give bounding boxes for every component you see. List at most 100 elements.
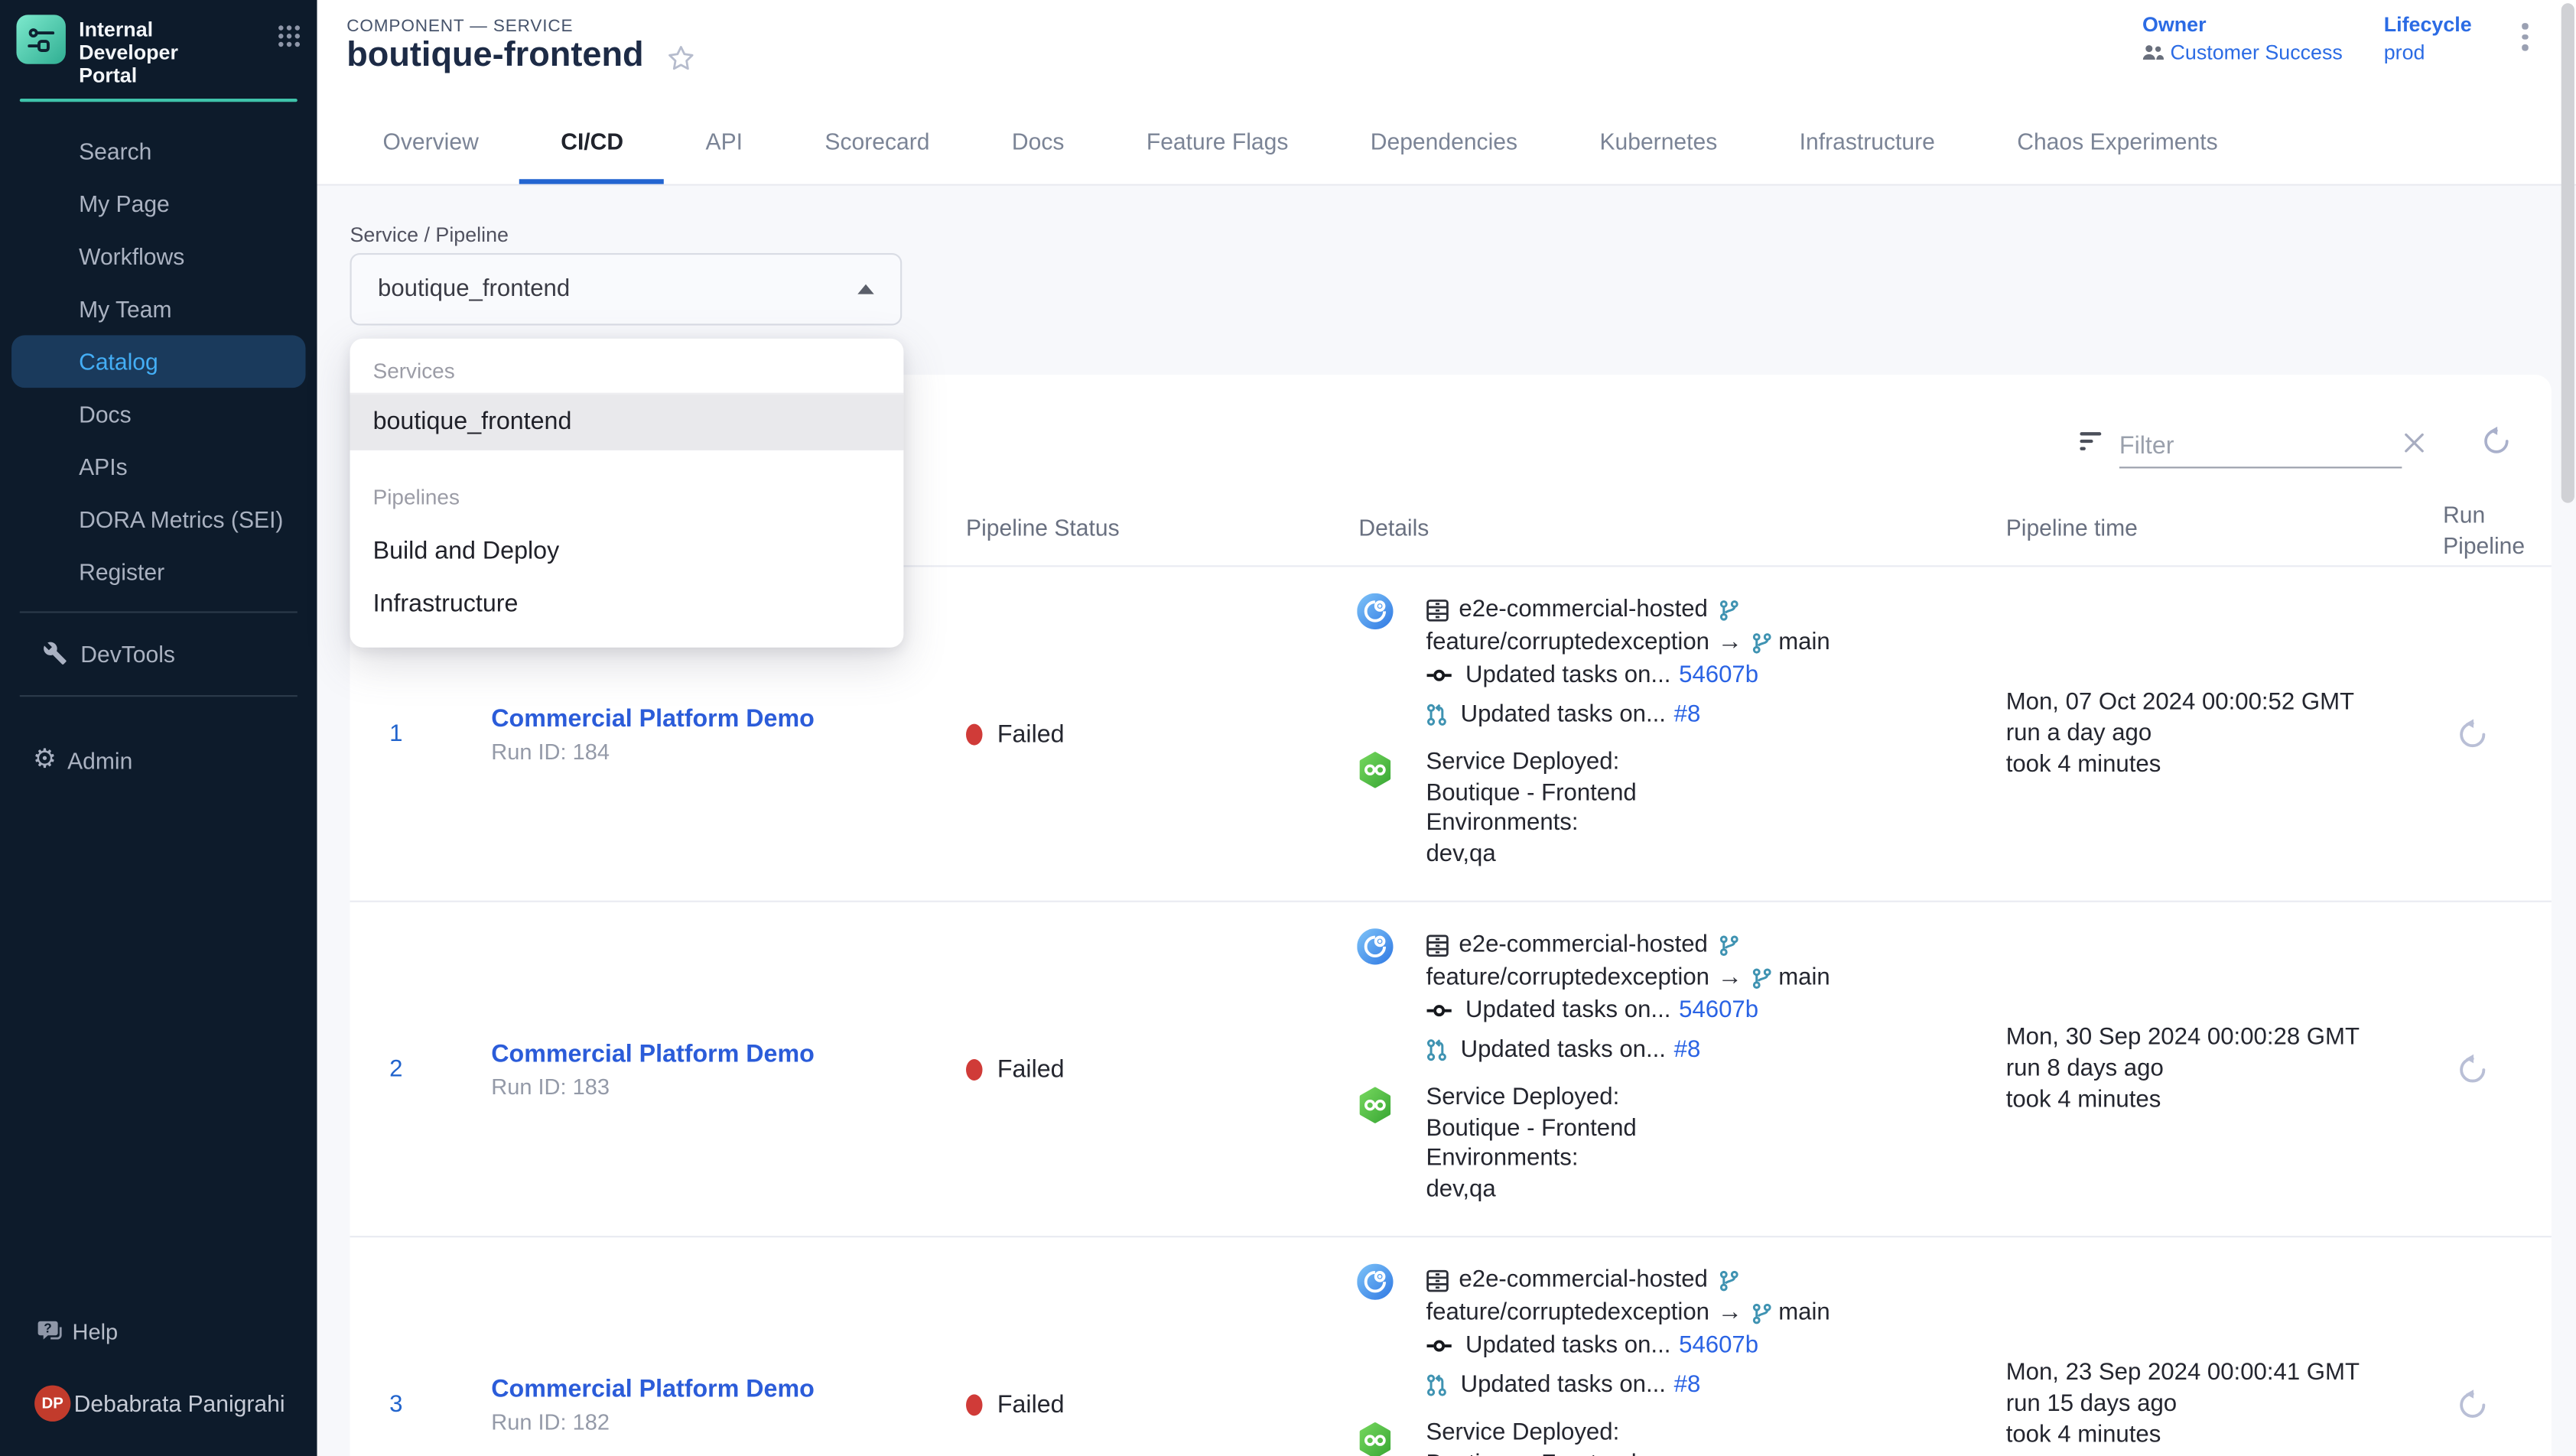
refresh-icon[interactable] [2480, 426, 2512, 457]
service-name: Boutique - Frontend [1426, 1448, 1636, 1456]
service-deployed-label: Service Deployed: [1426, 1419, 1636, 1449]
tab[interactable]: Feature Flags [1105, 103, 1329, 184]
tab[interactable]: Overview [342, 103, 520, 184]
pipeline-name-cell: Commercial Platform Demo Run ID: 183 [491, 1039, 815, 1098]
repo-name[interactable]: e2e-commercial-hosted [1459, 1264, 1707, 1297]
sidebar-nav-label: Docs [79, 401, 132, 427]
target-branch[interactable]: main [1778, 626, 1830, 659]
user-menu[interactable]: DP Debabrata Panigrahi [0, 1370, 317, 1436]
kebab-menu-icon[interactable] [2513, 23, 2536, 55]
sidebar-nav-item[interactable]: APIs [0, 440, 317, 493]
tab[interactable]: Docs [971, 103, 1105, 184]
sidebar-nav-item[interactable]: Catalog [11, 335, 305, 388]
source-branch[interactable]: feature/corruptedexception [1426, 626, 1709, 659]
commit-message: Updated tasks on... [1465, 659, 1670, 692]
dropdown-entry[interactable]: Services [350, 349, 904, 395]
pipeline-time-cell: Mon, 30 Sep 2024 00:00:28 GMT run 8 days… [2006, 1022, 2360, 1116]
run-id: Run ID: 183 [491, 1074, 815, 1098]
commit-link[interactable]: 54607b [1679, 994, 1758, 1027]
sidebar-nav-label: My Page [79, 190, 170, 216]
repo-name[interactable]: e2e-commercial-hosted [1459, 928, 1707, 961]
clear-filter-icon[interactable] [2404, 432, 2425, 453]
app-grid-icon[interactable] [278, 24, 301, 47]
sidebar: Internal Developer Portal Search [0, 0, 317, 1456]
pipeline-name-cell: Commercial Platform Demo Run ID: 182 [491, 1375, 815, 1434]
pipeline-name-link[interactable]: Commercial Platform Demo [491, 704, 815, 733]
dropdown-entry[interactable]: Pipelines [350, 450, 904, 526]
rerun-pipeline-button[interactable] [2456, 717, 2489, 750]
target-branch[interactable]: main [1778, 961, 1830, 994]
sidebar-item-admin[interactable]: ⚙ Admin [0, 733, 317, 788]
source-branch[interactable]: feature/corruptedexception [1426, 1297, 1709, 1330]
filter-input[interactable] [2119, 424, 2402, 468]
service-deployed-label: Service Deployed: [1426, 1083, 1636, 1113]
branch-icon [1718, 593, 1739, 626]
col-pipeline-time: Pipeline time [2006, 515, 2138, 541]
tab[interactable]: Kubernetes [1559, 103, 1758, 184]
rerun-pipeline-button[interactable] [2456, 1052, 2489, 1085]
service-name: Boutique - Frontend [1426, 1113, 1636, 1144]
sidebar-nav-item[interactable]: My Team [0, 283, 317, 336]
tab[interactable]: Dependencies [1329, 103, 1559, 184]
pipeline-name-link[interactable]: Commercial Platform Demo [491, 1375, 815, 1403]
commit-icon [1426, 1330, 1452, 1363]
build-details-group: e2e-commercial-hosted feature/corruptede… [1357, 593, 2014, 732]
repo-name[interactable]: e2e-commercial-hosted [1459, 593, 1707, 626]
cd-icon [1357, 1422, 1393, 1456]
pipeline-name-link[interactable]: Commercial Platform Demo [491, 1039, 815, 1068]
row-index: 1 [389, 720, 402, 746]
svg-text:?: ? [44, 1321, 51, 1336]
tab-label: Kubernetes [1599, 128, 1717, 154]
dropdown-entry-label: boutique_frontend [373, 408, 572, 436]
tab-label: Scorecard [825, 128, 929, 154]
target-branch[interactable]: main [1778, 1297, 1830, 1330]
owner-block: Owner Customer Success [2142, 13, 2343, 64]
dropdown-entry[interactable]: boutique_frontend [350, 395, 904, 450]
sidebar-nav: Search My Page Workflows [0, 125, 317, 598]
admin-label: Admin [67, 748, 132, 774]
source-branch[interactable]: feature/corruptedexception [1426, 961, 1709, 994]
rerun-pipeline-button[interactable] [2456, 1388, 2489, 1421]
dropdown-entry[interactable]: Build and Deploy [350, 526, 904, 579]
pr-icon [1426, 698, 1447, 731]
run-ago: run a day ago [2006, 718, 2354, 749]
col-details: Details [1358, 515, 1429, 541]
tab[interactable]: Infrastructure [1758, 103, 1976, 184]
favorite-star-icon[interactable] [667, 44, 695, 72]
scrollbar-thumb[interactable] [2561, 3, 2574, 502]
sidebar-nav-item[interactable]: DORA Metrics (SEI) [0, 493, 317, 546]
service-pipeline-dropdown: Services boutique_frontend Pipelines Bui… [350, 339, 904, 648]
gear-icon: ⚙ [33, 733, 57, 788]
dropdown-entry[interactable]: Infrastructure [350, 578, 904, 631]
tab[interactable]: API [665, 103, 784, 184]
tab[interactable]: Chaos Experiments [1976, 103, 2259, 184]
run-id: Run ID: 182 [491, 1409, 815, 1434]
service-pipeline-select[interactable]: boutique_frontend [350, 253, 903, 326]
repo-icon [1426, 1264, 1449, 1297]
sidebar-item-help[interactable]: ? Help [0, 1308, 317, 1357]
arrow-right-icon: → [1718, 961, 1742, 994]
tab-label: Feature Flags [1147, 128, 1289, 154]
main-area: COMPONENT — SERVICE boutique-frontend Ow… [317, 0, 2576, 1456]
sidebar-nav-item[interactable]: Docs [0, 388, 317, 440]
sidebar-item-devtools[interactable]: DevTools [0, 626, 317, 682]
breadcrumb: COMPONENT — SERVICE [346, 16, 573, 36]
sidebar-nav-item[interactable]: Register [0, 545, 317, 598]
commit-link[interactable]: 54607b [1679, 659, 1758, 692]
tab[interactable]: Scorecard [784, 103, 971, 184]
pr-link[interactable]: #8 [1674, 698, 1701, 731]
status-text: Failed [997, 1390, 1065, 1419]
pr-link[interactable]: #8 [1674, 1034, 1701, 1067]
caret-up-icon [857, 284, 873, 294]
pr-icon [1426, 1034, 1447, 1067]
deploy-details-group: Service Deployed: Boutique - Frontend En… [1357, 1083, 2014, 1204]
sidebar-nav-item[interactable]: Search [0, 125, 317, 177]
owner-link[interactable]: Customer Success [2171, 41, 2343, 64]
tab[interactable]: CI/CD [520, 103, 665, 184]
sidebar-nav-item[interactable]: Workflows [0, 230, 317, 283]
commit-link[interactable]: 54607b [1679, 1330, 1758, 1363]
sidebar-nav-item[interactable]: My Page [0, 177, 317, 230]
dropdown-entry-label: Build and Deploy [373, 538, 560, 566]
pr-link[interactable]: #8 [1674, 1369, 1701, 1402]
harness-logo-icon[interactable] [16, 15, 65, 63]
